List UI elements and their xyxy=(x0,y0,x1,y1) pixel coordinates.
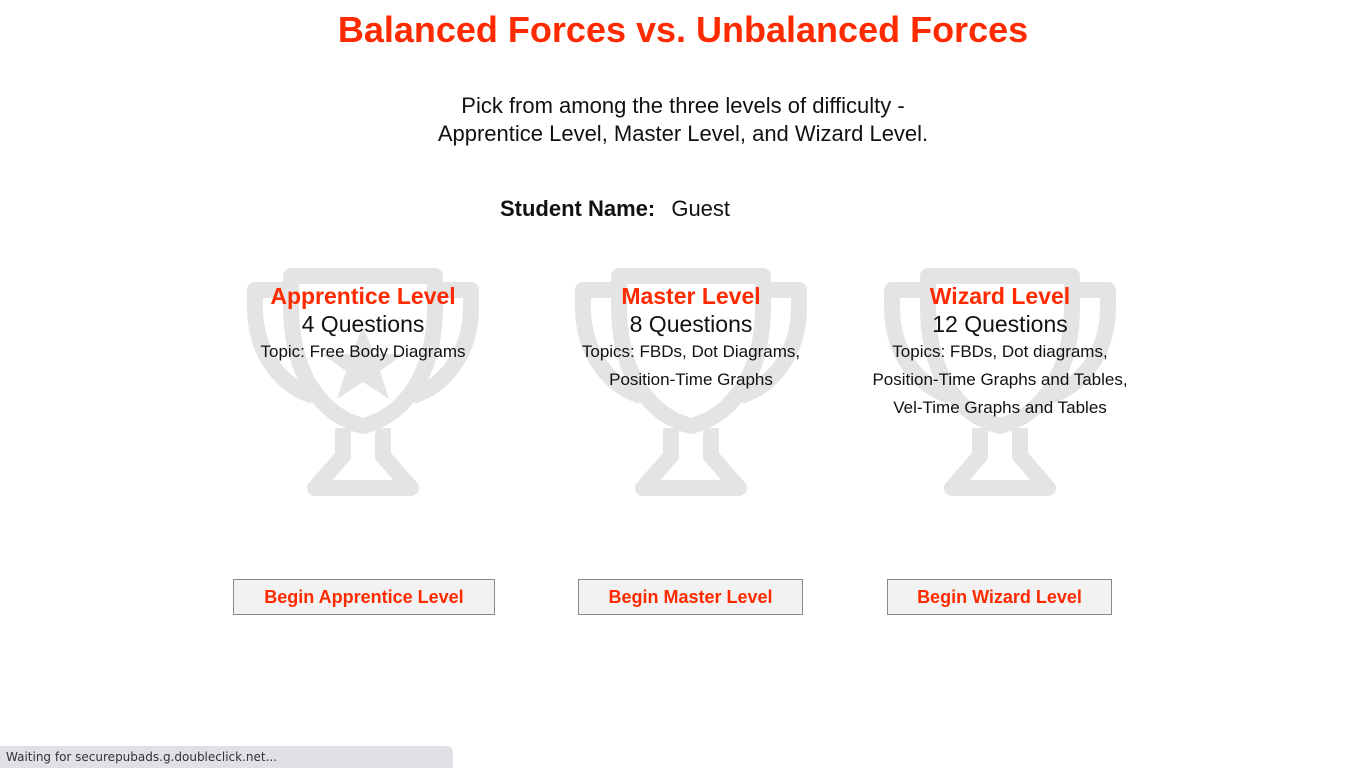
level-topic-line: Position-Time Graphs and Tables, xyxy=(872,370,1128,389)
level-info-apprentice: Apprentice Level 4 Questions Topic: Free… xyxy=(213,282,513,366)
page-title: Balanced Forces vs. Unbalanced Forces xyxy=(337,9,1029,50)
level-info-master: Master Level 8 Questions Topics: FBDs, D… xyxy=(541,282,841,394)
level-card-wizard: Wizard Level 12 Questions Topics: FBDs, … xyxy=(850,266,1150,516)
level-info-wizard: Wizard Level 12 Questions Topics: FBDs, … xyxy=(850,282,1150,422)
begin-apprentice-button[interactable]: Begin Apprentice Level xyxy=(233,579,495,615)
quiz-level-page: Balanced Forces vs. Unbalanced Forces Pi… xyxy=(0,0,1366,768)
level-card-apprentice: Apprentice Level 4 Questions Topic: Free… xyxy=(213,266,513,516)
browser-status-bar: Waiting for securepubads.g.doubleclick.n… xyxy=(0,746,453,768)
level-topic-line: Topics: FBDs, Dot Diagrams, xyxy=(581,342,801,361)
level-name: Wizard Level xyxy=(929,283,1071,309)
page-subtitle: Pick from among the three levels of diff… xyxy=(0,92,1366,148)
begin-wizard-button[interactable]: Begin Wizard Level xyxy=(887,579,1112,615)
student-name-label: Student Name: xyxy=(499,196,656,221)
subtitle-line-1: Pick from among the three levels of diff… xyxy=(461,93,905,118)
student-name-value: Guest xyxy=(671,196,731,221)
level-name: Master Level xyxy=(621,283,761,309)
level-topics: Topic: Free Body Diagrams xyxy=(213,338,513,366)
subtitle-line-2: Apprentice Level, Master Level, and Wiza… xyxy=(437,121,929,146)
level-question-count: 4 Questions xyxy=(301,311,425,337)
level-topic-line: Topic: Free Body Diagrams xyxy=(260,342,466,361)
level-topics: Topics: FBDs, Dot Diagrams, Position-Tim… xyxy=(541,338,841,394)
begin-master-button[interactable]: Begin Master Level xyxy=(578,579,803,615)
level-topic-line: Vel-Time Graphs and Tables xyxy=(893,398,1107,417)
level-topic-line: Position-Time Graphs xyxy=(609,370,773,389)
level-question-count: 12 Questions xyxy=(932,311,1068,337)
student-name-row: Student Name: Guest xyxy=(0,196,1230,222)
level-question-count: 8 Questions xyxy=(629,311,753,337)
level-card-master: Master Level 8 Questions Topics: FBDs, D… xyxy=(541,266,841,516)
level-name: Apprentice Level xyxy=(270,283,456,309)
level-topics: Topics: FBDs, Dot diagrams, Position-Tim… xyxy=(850,338,1150,422)
level-topic-line: Topics: FBDs, Dot diagrams, xyxy=(892,342,1108,361)
